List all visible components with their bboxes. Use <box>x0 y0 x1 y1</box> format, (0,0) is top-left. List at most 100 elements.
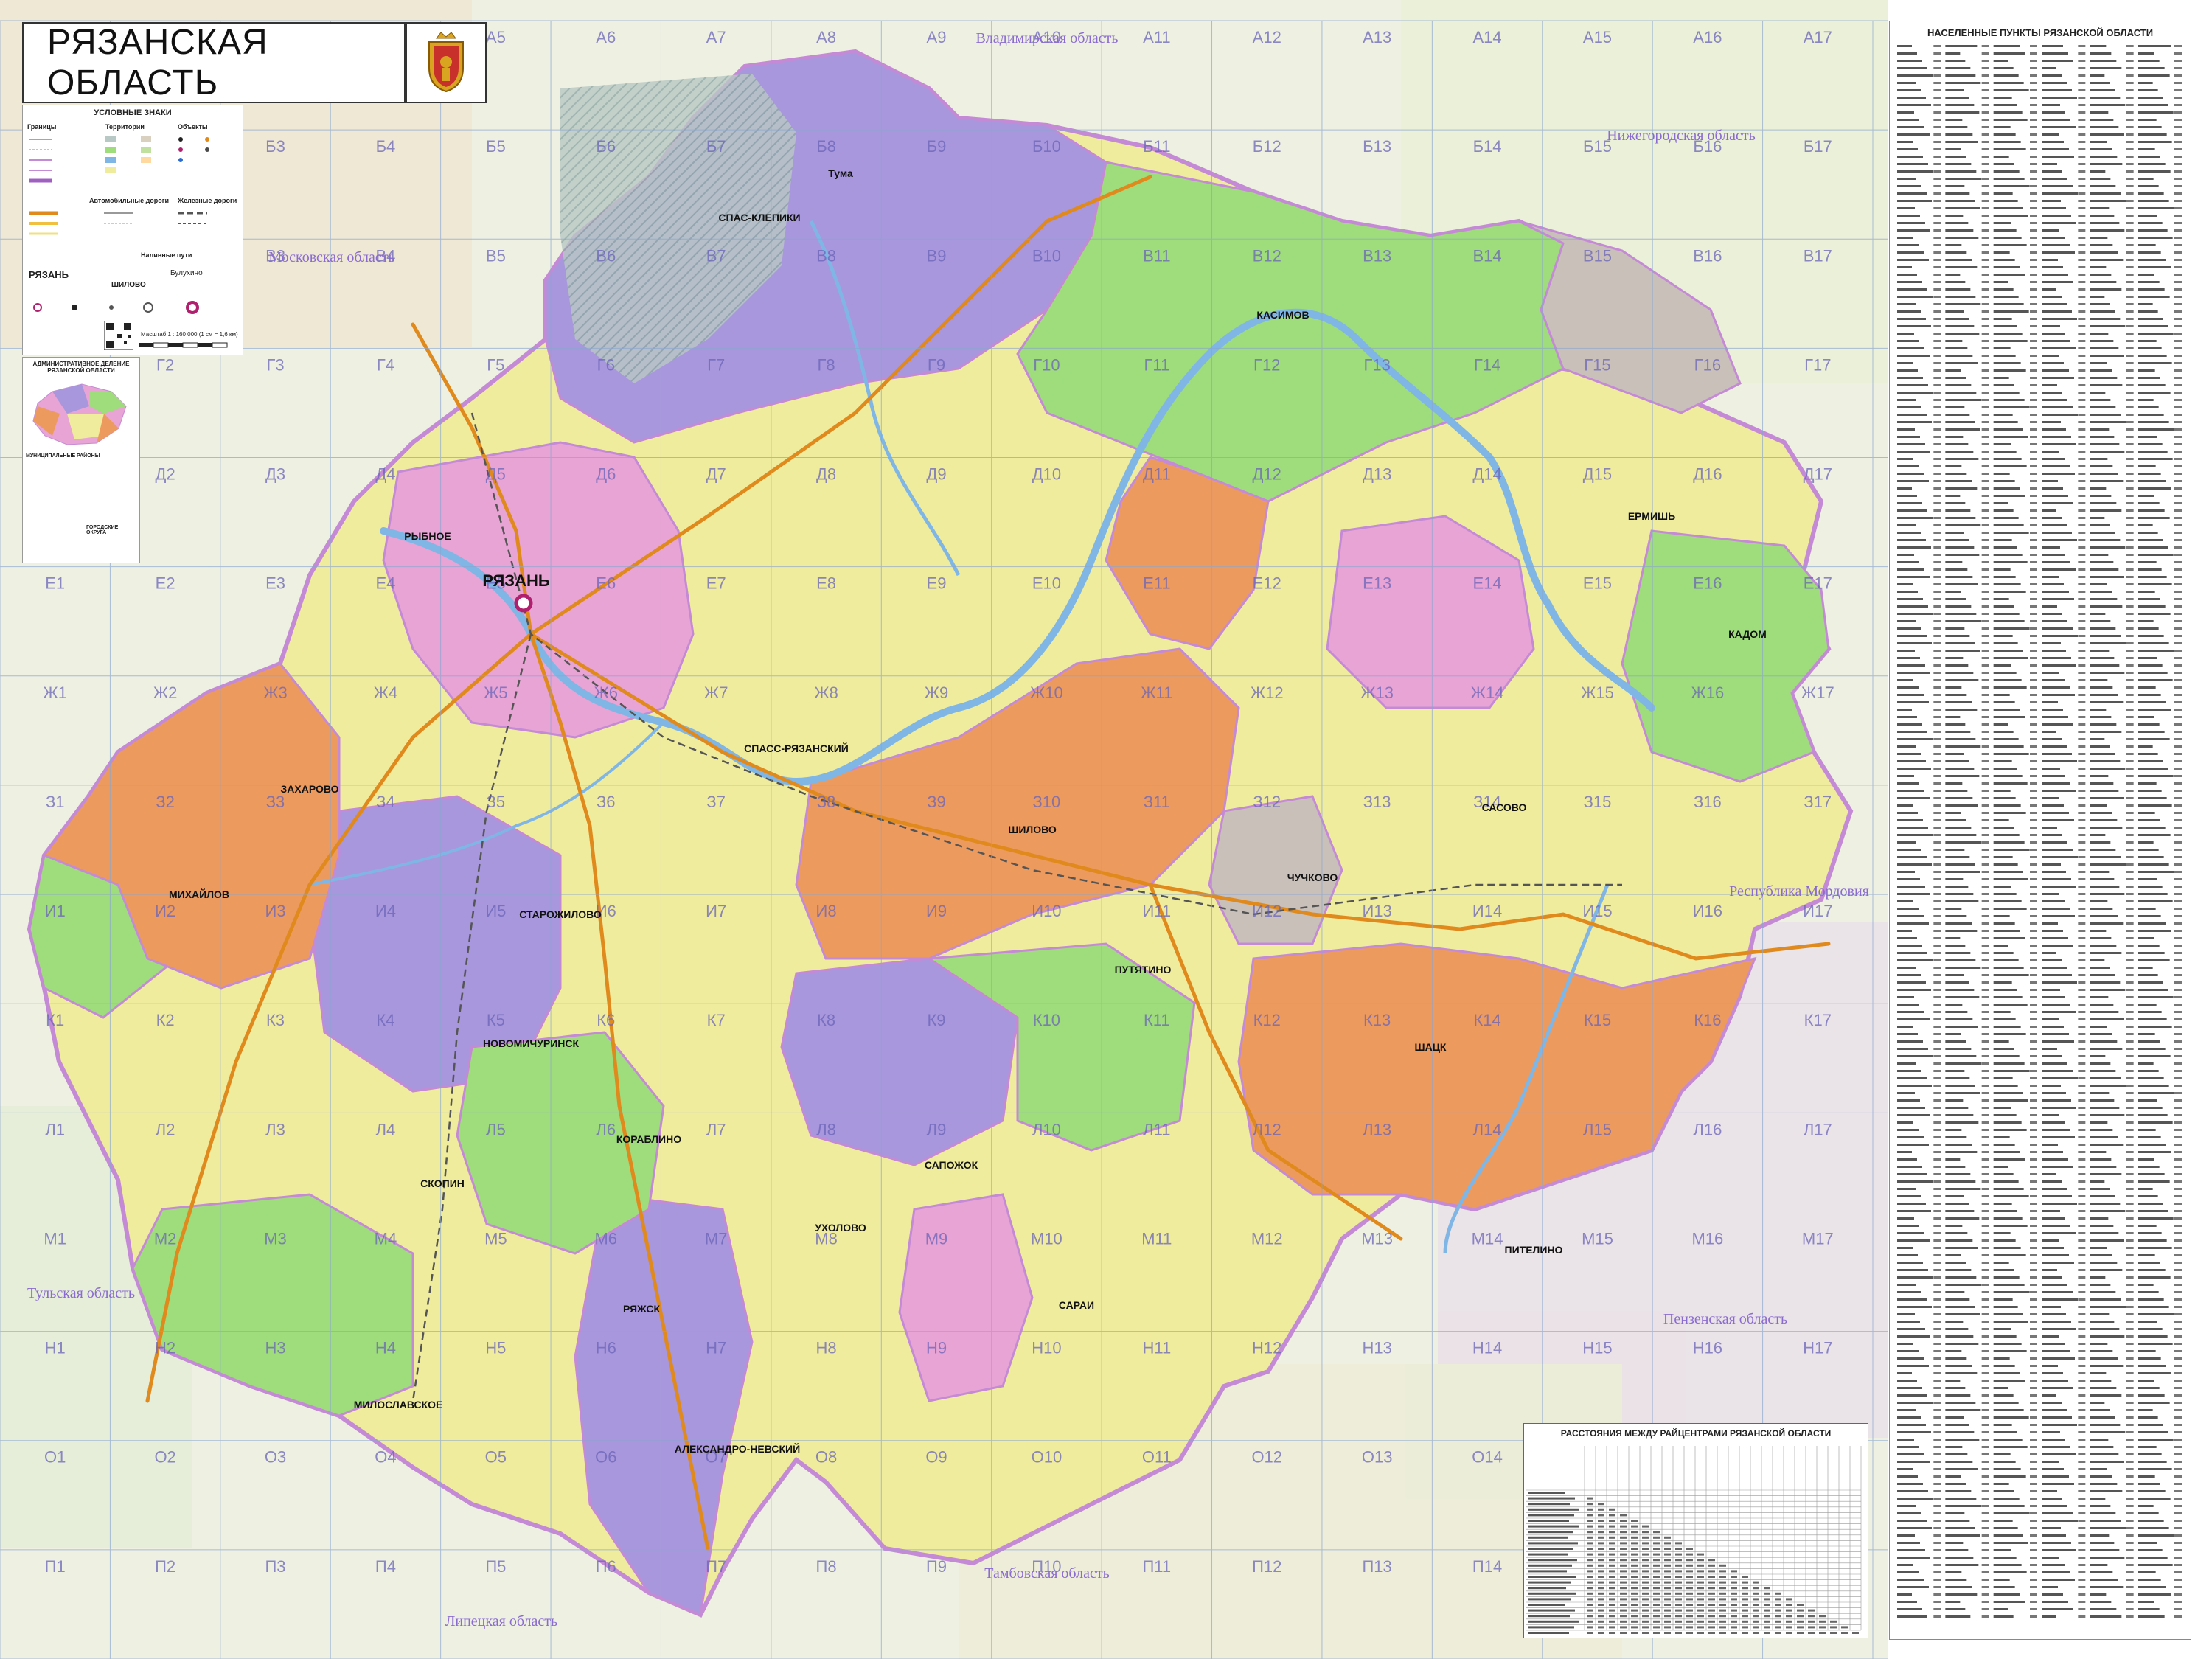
index-entry-line <box>1993 1335 2017 1338</box>
index-entry-line <box>1897 1431 1931 1433</box>
index-entry-line <box>1897 141 1913 143</box>
distance-table-value <box>1609 1570 1615 1573</box>
index-entry-line <box>2138 1195 2158 1197</box>
distance-table-value <box>1731 1626 1737 1629</box>
index-entry-ref <box>2078 613 2086 615</box>
distance-table-value <box>1753 1604 1759 1606</box>
index-entry-ref <box>1981 1483 1989 1485</box>
index-entry-ref <box>2030 915 2037 917</box>
grid-cell-label: О4 <box>375 1448 396 1467</box>
index-entry-line <box>2090 1586 2124 1588</box>
index-entry-line <box>1993 922 2015 925</box>
index-entry-ref <box>2078 1048 2086 1050</box>
grid-cell-label: А16 <box>1693 28 1722 46</box>
index-entry-ref <box>1981 1195 1989 1197</box>
index-entry-ref <box>1981 1446 1989 1448</box>
index-entry-ref <box>1981 782 1989 785</box>
index-entry-ref <box>2126 517 2134 519</box>
grid-cell-label: П1 <box>45 1557 66 1576</box>
index-entry-line <box>1945 126 1968 128</box>
index-entry-line <box>2138 1549 2163 1551</box>
index-entry-ref <box>2030 296 2037 298</box>
index-entry-line <box>1993 1276 2020 1279</box>
index-entry-ref <box>1933 1298 1941 1301</box>
distance-table-row-name <box>1528 1559 1577 1562</box>
index-entry-ref <box>2126 568 2134 571</box>
index-entry-ref <box>2078 222 2086 224</box>
distance-table-value <box>1653 1576 1660 1578</box>
index-entry-ref <box>2030 82 2037 84</box>
index-entry-line <box>2042 1018 2059 1020</box>
index-entry-ref <box>2078 1424 2086 1426</box>
index-entry-line <box>1993 908 2027 910</box>
index-entry-ref <box>2174 259 2182 261</box>
index-entry-line <box>1993 583 2021 585</box>
grid-cell-label: М15 <box>1582 1229 1613 1248</box>
index-entry-line <box>2090 200 2126 202</box>
index-entry-ref <box>2030 119 2037 121</box>
index-entry-ref <box>2174 192 2182 195</box>
index-entry-ref <box>1933 1099 1941 1102</box>
grid-cell-label: Е16 <box>1693 574 1722 593</box>
index-entry-line <box>2042 1579 2075 1581</box>
index-entry-ref <box>2174 1158 2182 1161</box>
index-entry-line <box>2090 517 2105 519</box>
distance-table-value <box>1742 1598 1748 1601</box>
index-entry-line <box>2138 827 2166 829</box>
index-entry-ref <box>1933 1313 1941 1315</box>
index-entry-ref <box>2126 133 2134 136</box>
grid-cell-label: Е4 <box>375 574 395 593</box>
index-entry-ref <box>1933 192 1941 195</box>
distance-table-value <box>1598 1525 1604 1528</box>
index-entry-line <box>1993 760 2012 762</box>
index-entry-ref <box>1933 517 1941 519</box>
index-entry-line <box>1993 1099 2028 1102</box>
index-entry-ref <box>2030 1409 2037 1411</box>
index-entry-line <box>1945 959 1976 961</box>
index-entry-line <box>1897 1372 1912 1374</box>
index-entry-ref <box>2030 1527 2037 1529</box>
index-entry-ref <box>1933 1468 1941 1470</box>
index-entry-ref <box>2078 1077 2086 1079</box>
index-entry-line <box>2090 1210 2126 1212</box>
index-entry-line <box>1993 1033 2026 1035</box>
index-entry-ref <box>2078 340 2086 342</box>
index-entry-line <box>2090 67 2122 69</box>
distance-table-value <box>1764 1587 1770 1590</box>
index-entry-line <box>1993 318 2012 320</box>
index-entry-line <box>2042 834 2062 836</box>
index-entry-ref <box>2174 886 2182 888</box>
index-entry-line <box>1945 1439 1980 1441</box>
index-entry-ref <box>1981 377 1989 379</box>
distance-table-value <box>1675 1581 1682 1584</box>
index-entry-ref <box>2174 1217 2182 1220</box>
index-entry-line <box>1993 141 2021 143</box>
index-entry-line <box>2138 1498 2171 1500</box>
index-entry-ref <box>1981 1475 1989 1478</box>
index-entry-ref <box>1933 539 1941 541</box>
index-entry-line <box>1897 1151 1912 1153</box>
index-entry-ref <box>2030 222 2037 224</box>
index-entry-line <box>2042 539 2077 541</box>
index-entry-line <box>1945 465 1962 467</box>
distance-table-row-name <box>1528 1508 1579 1511</box>
index-entry-line <box>1945 1372 1978 1374</box>
index-entry-line <box>2042 694 2075 696</box>
index-entry-line <box>2138 959 2170 961</box>
index-entry-line <box>2138 849 2159 851</box>
index-entry-ref <box>2030 1188 2037 1190</box>
index-entry-line <box>2090 1394 2122 1397</box>
index-entry-ref <box>2126 97 2134 99</box>
index-entry-ref <box>1933 406 1941 408</box>
city-kasimov: КАСИМОВ <box>1256 309 1309 321</box>
distance-table-value <box>1708 1604 1715 1606</box>
index-entry-ref <box>2030 1608 2037 1610</box>
index-entry-line <box>1897 170 1933 173</box>
index-entry-line <box>1897 1608 1922 1610</box>
index-entry-ref <box>2078 1085 2086 1087</box>
index-entry-line <box>2042 709 2063 711</box>
index-entry-line <box>2042 915 2075 917</box>
index-entry-line <box>2090 1409 2110 1411</box>
grid-cell-label: К10 <box>1033 1011 1060 1029</box>
distance-table-value <box>1841 1626 1848 1629</box>
